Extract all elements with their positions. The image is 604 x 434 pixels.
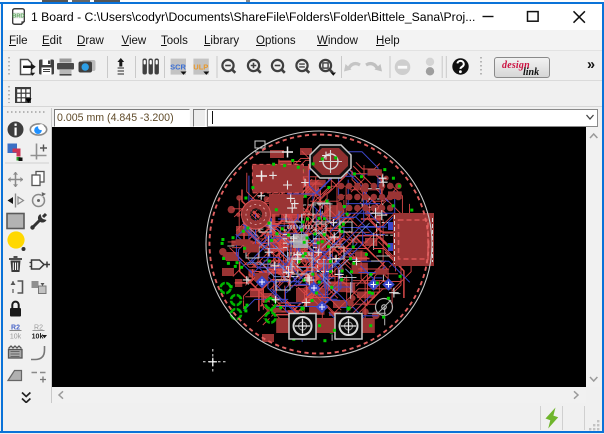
svg-text:ULP: ULP <box>193 63 208 72</box>
svg-text:10k: 10k <box>32 334 44 341</box>
svg-text:10k: 10k <box>10 334 22 341</box>
svg-text:SCR: SCR <box>170 63 186 72</box>
